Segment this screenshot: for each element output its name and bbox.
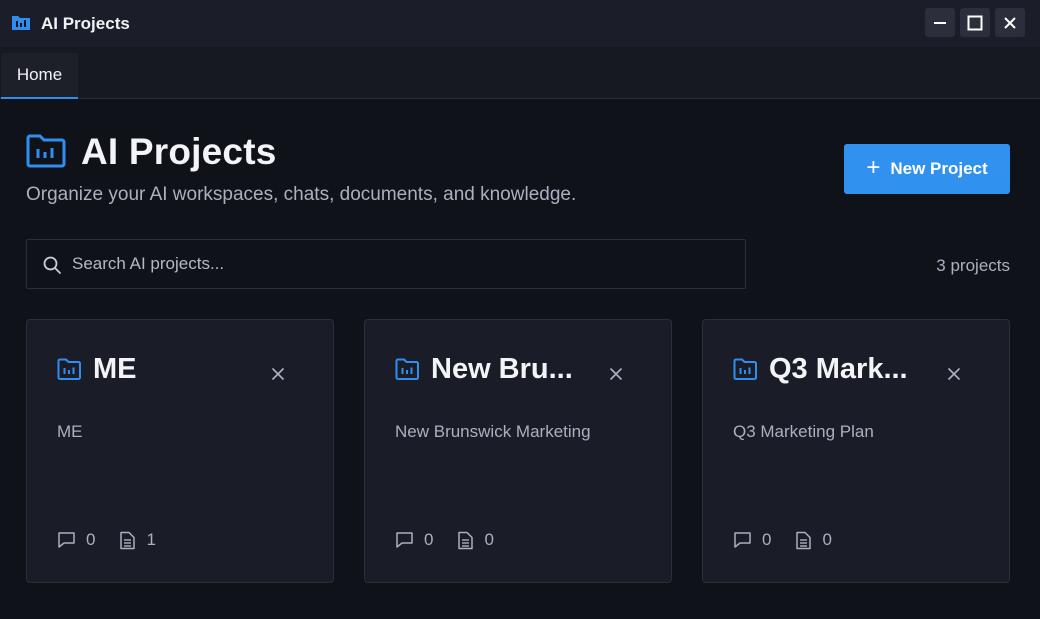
minimize-icon bbox=[934, 21, 946, 24]
maximize-icon bbox=[967, 15, 983, 30]
folder-chart-icon bbox=[26, 134, 66, 168]
new-project-button[interactable]: + New Project bbox=[844, 144, 1010, 194]
title-bar: AI Projects bbox=[0, 0, 1040, 47]
document-count-value: 1 bbox=[146, 530, 156, 549]
project-count: 3 projects bbox=[936, 256, 1010, 275]
maximize-button[interactable] bbox=[960, 8, 990, 37]
tab-bar: Home bbox=[0, 47, 1040, 99]
project-card[interactable]: ME ME 0 1 bbox=[26, 319, 334, 583]
chat-count: 0 bbox=[395, 530, 433, 550]
chat-count: 0 bbox=[57, 530, 95, 550]
document-count-value: 0 bbox=[822, 530, 832, 549]
chat-bubble-icon bbox=[396, 532, 413, 548]
chat-bubble-icon bbox=[734, 532, 751, 548]
chat-bubble-icon bbox=[58, 532, 75, 548]
document-icon bbox=[120, 531, 136, 549]
search-icon bbox=[43, 256, 61, 274]
delete-project-button[interactable] bbox=[267, 363, 289, 385]
project-stats: 0 1 bbox=[57, 530, 180, 550]
delete-project-button[interactable] bbox=[605, 363, 627, 385]
document-icon bbox=[796, 531, 812, 549]
minimize-button[interactable] bbox=[925, 8, 955, 37]
chat-count: 0 bbox=[733, 530, 771, 550]
close-icon bbox=[271, 367, 285, 381]
document-count-value: 0 bbox=[484, 530, 494, 549]
document-icon bbox=[458, 531, 474, 549]
window-title: AI Projects bbox=[41, 14, 130, 33]
project-card[interactable]: New Bru... New Brunswick Marketing 0 0 bbox=[364, 319, 672, 583]
project-title: ME bbox=[93, 353, 137, 385]
chat-count-value: 0 bbox=[86, 530, 96, 549]
project-description: ME bbox=[57, 422, 83, 441]
search-box bbox=[26, 239, 746, 289]
page-subtitle: Organize your AI workspaces, chats, docu… bbox=[26, 184, 577, 205]
project-card[interactable]: Q3 Mark... Q3 Marketing Plan 0 0 bbox=[702, 319, 1010, 583]
close-icon bbox=[609, 367, 623, 381]
tab-home[interactable]: Home bbox=[1, 53, 78, 99]
document-count: 1 bbox=[119, 530, 156, 550]
delete-project-button[interactable] bbox=[943, 363, 965, 385]
new-project-label: New Project bbox=[890, 159, 988, 178]
project-title: New Bru... bbox=[431, 353, 573, 385]
project-stats: 0 0 bbox=[395, 530, 518, 550]
plus-icon: + bbox=[866, 153, 881, 181]
folder-chart-icon bbox=[733, 358, 757, 380]
page-title: AI Projects bbox=[81, 131, 277, 172]
app-folder-icon bbox=[12, 16, 30, 30]
close-icon bbox=[1004, 16, 1016, 29]
folder-chart-icon bbox=[395, 358, 419, 380]
project-description: New Brunswick Marketing bbox=[395, 422, 591, 441]
folder-chart-icon bbox=[57, 358, 81, 380]
search-input[interactable] bbox=[72, 240, 732, 288]
project-stats: 0 0 bbox=[733, 530, 856, 550]
close-window-button[interactable] bbox=[995, 8, 1025, 37]
document-count: 0 bbox=[457, 530, 494, 550]
close-icon bbox=[947, 367, 961, 381]
chat-count-value: 0 bbox=[762, 530, 772, 549]
document-count: 0 bbox=[795, 530, 832, 550]
chat-count-value: 0 bbox=[424, 530, 434, 549]
project-title: Q3 Mark... bbox=[769, 353, 908, 385]
project-description: Q3 Marketing Plan bbox=[733, 422, 874, 441]
